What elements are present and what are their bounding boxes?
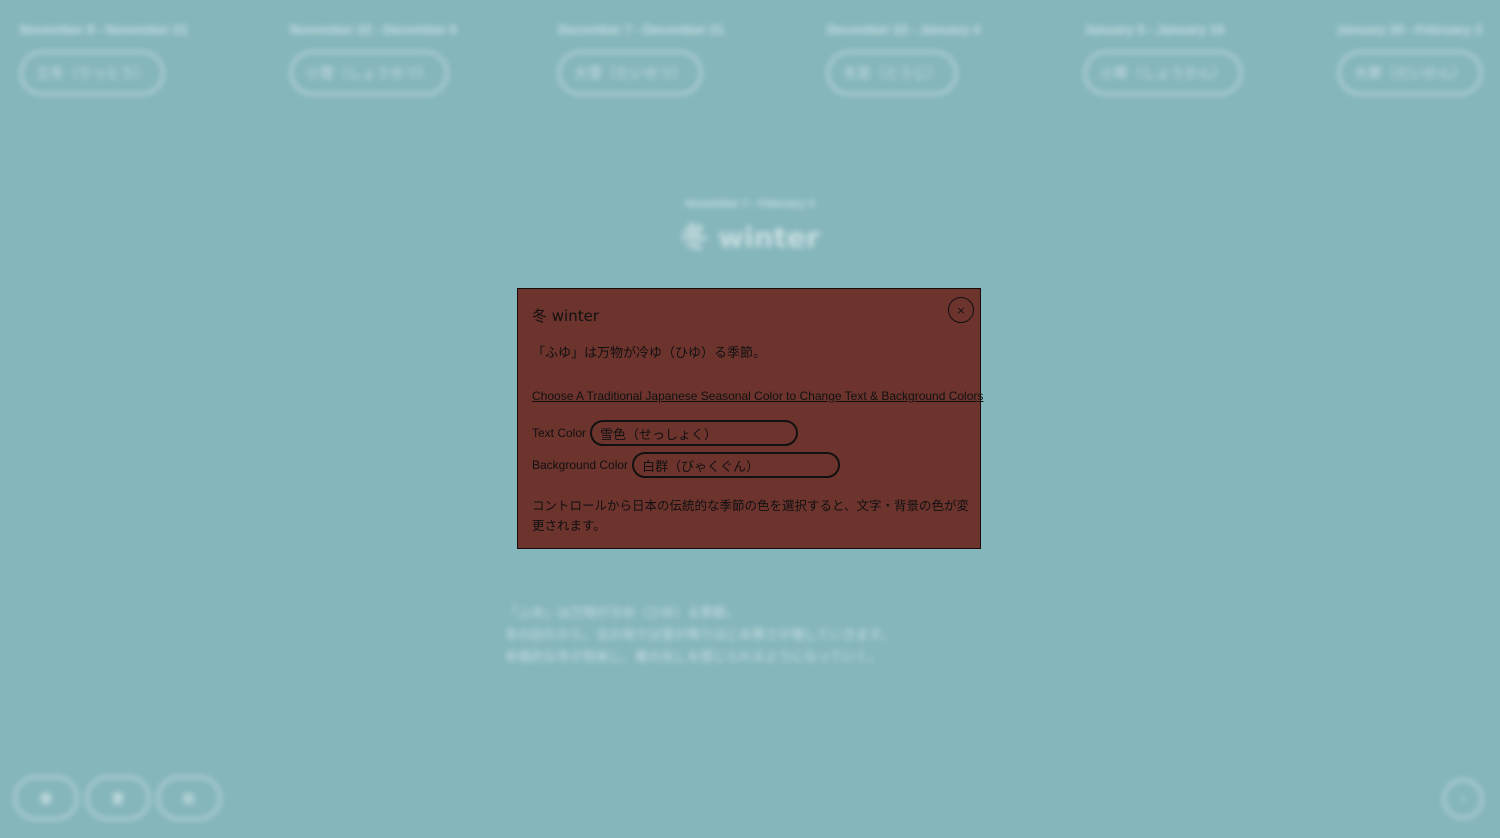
term-name-button[interactable]: 小雪（しょうせつ）	[290, 51, 448, 95]
background-color-label: Background Color	[532, 458, 629, 472]
term-item[interactable]: January 5 - January 19 小寒（しょうかん）	[1084, 22, 1242, 95]
text-color-select[interactable]: 雪色（せっしょく）	[590, 420, 799, 446]
term-item[interactable]: January 20 - February 3 大寒（だいかん）	[1300, 22, 1482, 95]
term-range: December 22 - January 4	[827, 22, 981, 37]
season-header: November 7 - February 3 冬 winter	[0, 198, 1500, 256]
term-range: January 20 - February 3	[1336, 22, 1482, 37]
term-item[interactable]: November 8 - November 21 立冬（りっとう）	[20, 22, 188, 95]
term-range: November 8 - November 21	[20, 22, 188, 37]
close-icon: ×	[956, 303, 966, 317]
text-color-control: Text Color 雪色（せっしょく）	[532, 420, 799, 446]
color-chooser-link[interactable]: Choose A Traditional Japanese Seasonal C…	[532, 389, 983, 403]
season-title: 冬 winter	[680, 221, 820, 254]
modal-note: コントロールから日本の伝統的な季節の色を選択すると、文字・背景の色が変更されます…	[532, 498, 970, 533]
term-item[interactable]: December 7 - December 21 大雪（たいせつ）	[558, 22, 724, 95]
season-description-line: 「ふゆ」は万物が冷ゆ（ひゆ）る季節。	[505, 606, 740, 621]
season-description-line: 本格的な冬が到来し、春の兆しを感じられるようになっていく。	[505, 650, 882, 665]
background-color-select[interactable]: 白群（びゃくぐん）	[632, 452, 841, 478]
season-description-line: 冬の訪れから、北の地では雪が降りはじめ寒さが増していきます。	[505, 628, 894, 643]
term-name-button[interactable]: 冬至（とうじ）	[827, 51, 957, 95]
term-name-button[interactable]: 大寒（だいかん）	[1338, 51, 1482, 95]
term-name-button[interactable]: 大雪（たいせつ）	[558, 51, 702, 95]
color-settings-modal: 冬 winter × 「ふゆ」は万物が冷ゆ（ひゆ）る季節。 Choose A T…	[517, 288, 983, 549]
term-range: December 7 - December 21	[558, 22, 725, 37]
season-nav-button[interactable]: 夏	[86, 776, 150, 820]
modal-title: 冬 winter	[532, 307, 599, 325]
term-name-button[interactable]: 小寒（しょうかん）	[1084, 51, 1242, 95]
season-description: 「ふゆ」は万物が冷ゆ（ひゆ）る季節。 冬の訪れから、北の地では雪が降りはじめ寒さ…	[505, 603, 995, 669]
close-button[interactable]: ×	[948, 297, 974, 323]
season-nav-button[interactable]: 秋	[157, 776, 221, 820]
season-nav-button[interactable]: 春	[14, 776, 78, 820]
term-item[interactable]: December 22 - January 4 冬至（とうじ）	[827, 22, 980, 95]
term-item[interactable]: November 22 - December 6 小雪（しょうせつ）	[290, 22, 457, 95]
modal-subtitle: 「ふゆ」は万物が冷ゆ（ひゆ）る季節。	[532, 346, 767, 361]
background-color-control: Background Color 白群（びゃくぐん）	[532, 452, 841, 478]
term-range: November 22 - December 6	[290, 22, 457, 37]
term-name-button[interactable]: 立冬（りっとう）	[20, 51, 164, 95]
season-range: November 7 - February 3	[685, 198, 815, 210]
term-range: January 5 - January 19	[1084, 22, 1225, 37]
next-arrow-button[interactable]: ›	[1443, 779, 1483, 819]
text-color-label: Text Color	[532, 426, 587, 440]
